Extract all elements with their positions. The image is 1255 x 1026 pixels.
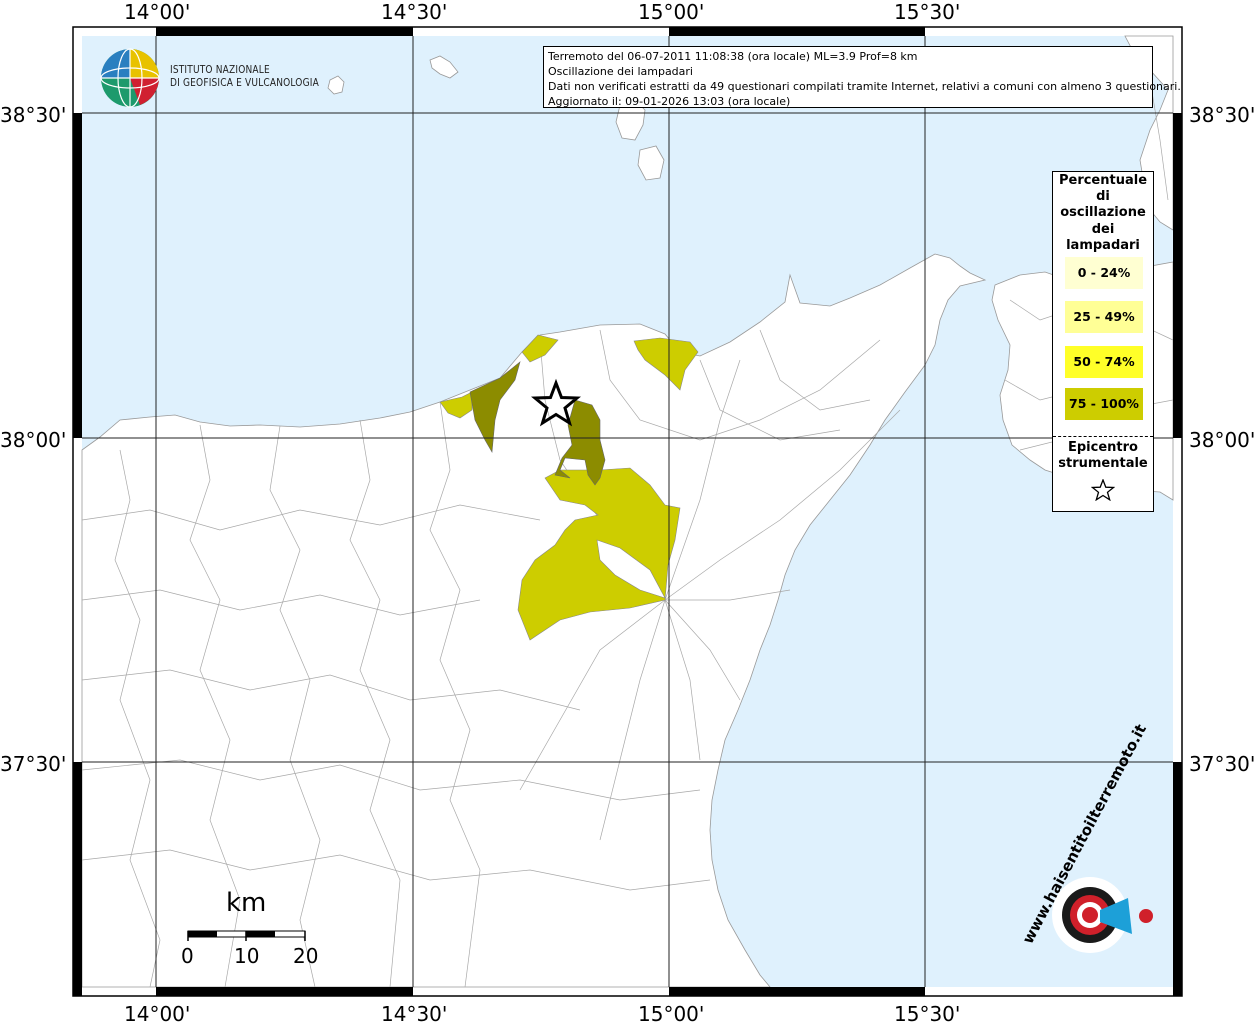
legend-class-50-74: 50 - 74%	[1065, 346, 1143, 378]
lon-label-top: 14°30'	[381, 0, 448, 24]
legend-epicenter-line: strumentale	[1058, 456, 1148, 471]
legend-title-line: di	[1096, 189, 1110, 205]
lat-label-left: 38°00'	[0, 428, 67, 452]
legend-class-75-100: 75 - 100%	[1065, 388, 1143, 420]
ingv-logo-line2: DI GEOFISICA E VULCANOLOGIA	[170, 77, 319, 89]
map: www.haisentitoilterremoto.it	[72, 26, 1183, 997]
star-icon	[1091, 479, 1115, 501]
ingv-globe-icon	[100, 48, 160, 108]
lon-label-top: 15°00'	[638, 0, 705, 24]
scale-unit: km	[226, 888, 267, 918]
legend-class-25-49: 25 - 49%	[1065, 301, 1143, 333]
event-info-line: Dati non verificati estratti da 49 quest…	[548, 80, 1181, 93]
lon-label-top: 14°00'	[124, 0, 191, 24]
lat-label-right: 38°00'	[1189, 428, 1255, 452]
lat-label-left: 38°30'	[0, 103, 67, 127]
lon-label-bottom: 15°30'	[894, 1002, 961, 1026]
event-info-line: Oscillazione dei lampadari	[548, 65, 693, 78]
lon-label-bottom: 15°00'	[638, 1002, 705, 1026]
lat-label-right: 37°30'	[1189, 752, 1255, 776]
lat-label-left: 37°30'	[0, 752, 67, 776]
legend-title: Percentuale di oscillazione dei lampadar…	[1053, 172, 1153, 254]
legend-separator	[1053, 436, 1153, 437]
event-info-box: Terremoto del 06-07-2011 11:08:38 (ora l…	[543, 46, 1181, 108]
legend-title-line: Percentuale	[1058, 173, 1148, 188]
ingv-logo-text: ISTITUTO NAZIONALE DI GEOFISICA E VULCAN…	[170, 64, 319, 90]
scale-tick-label: 0	[181, 944, 194, 968]
legend-title-line: oscillazione	[1060, 205, 1146, 221]
event-info-line: Terremoto del 06-07-2011 11:08:38 (ora l…	[548, 50, 918, 63]
lat-label-right: 38°30'	[1189, 103, 1255, 127]
scale-tick-label: 20	[293, 944, 319, 968]
event-info-line: Aggiornato il: 09-01-2026 13:03 (ora loc…	[548, 95, 791, 108]
lon-label-bottom: 14°00'	[124, 1002, 191, 1026]
legend-title-line: dei	[1091, 221, 1115, 237]
legend-class-0-24: 0 - 24%	[1065, 257, 1143, 289]
lon-label-bottom: 14°30'	[381, 1002, 448, 1026]
legend-epicenter-line: Epicentro	[1068, 440, 1138, 455]
legend-title-line: lampadari	[1066, 237, 1140, 253]
legend-epicenter-label: Epicentro strumentale	[1053, 440, 1153, 472]
lon-label-top: 15°30'	[894, 0, 961, 24]
legend: Percentuale di oscillazione dei lampadar…	[1052, 171, 1154, 512]
ingv-logo-line1: ISTITUTO NAZIONALE	[170, 64, 270, 76]
scale-tick-label: 10	[234, 944, 260, 968]
